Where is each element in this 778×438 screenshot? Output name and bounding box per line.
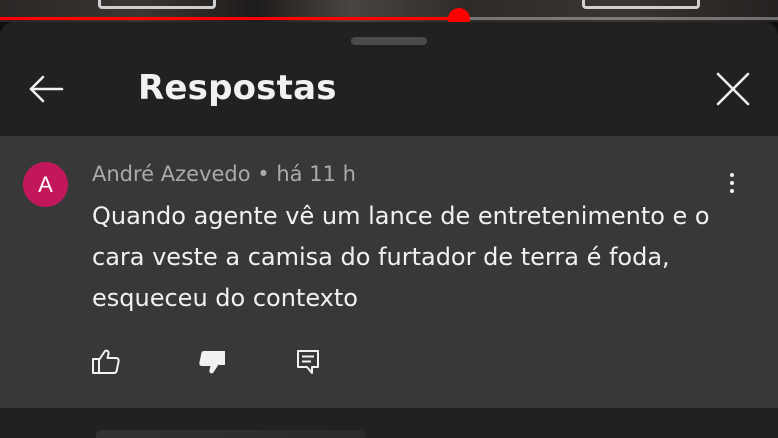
comment-actions xyxy=(0,344,778,384)
more-vert-icon xyxy=(730,173,734,177)
thumb-down-filled-icon xyxy=(197,348,227,380)
close-icon xyxy=(716,72,750,110)
comment-text: Quando agente vê um lance de entretenime… xyxy=(92,202,710,312)
reply-comment-icon xyxy=(296,349,320,379)
replies-header: Respostas xyxy=(0,52,778,136)
next-reply-ghost xyxy=(96,430,366,438)
dislike-button[interactable] xyxy=(192,344,232,384)
like-button[interactable] xyxy=(86,344,126,384)
more-vert-icon-dot xyxy=(730,189,734,193)
video-frame-decoration xyxy=(582,0,700,9)
meta-separator: • xyxy=(250,162,277,186)
next-reply-preview xyxy=(0,408,778,438)
video-progress-bar[interactable] xyxy=(0,17,778,20)
video-progress-fill xyxy=(0,17,460,20)
comment-meta: André Azevedo • há 11 h xyxy=(92,162,356,186)
reply-button[interactable] xyxy=(288,344,328,384)
video-player-strip[interactable] xyxy=(0,0,778,22)
close-button[interactable] xyxy=(710,68,756,114)
avatar-letter: A xyxy=(38,171,53,197)
comment-author[interactable]: André Azevedo xyxy=(92,162,251,186)
drag-handle[interactable] xyxy=(351,37,427,45)
comment-timestamp: há 11 h xyxy=(276,162,356,186)
arrow-left-icon xyxy=(28,74,64,108)
back-button[interactable] xyxy=(22,70,70,112)
replies-panel: Respostas A André Azevedo • há 11 h Quan… xyxy=(0,22,778,438)
thumb-up-outline-icon xyxy=(91,348,121,380)
page-title: Respostas xyxy=(138,68,337,108)
parent-comment: A André Azevedo • há 11 h Quando agente … xyxy=(0,136,778,408)
more-vert-icon-dot xyxy=(730,181,734,185)
avatar[interactable]: A xyxy=(23,162,68,207)
more-options-button[interactable] xyxy=(716,166,748,200)
video-frame-decoration xyxy=(98,0,216,9)
